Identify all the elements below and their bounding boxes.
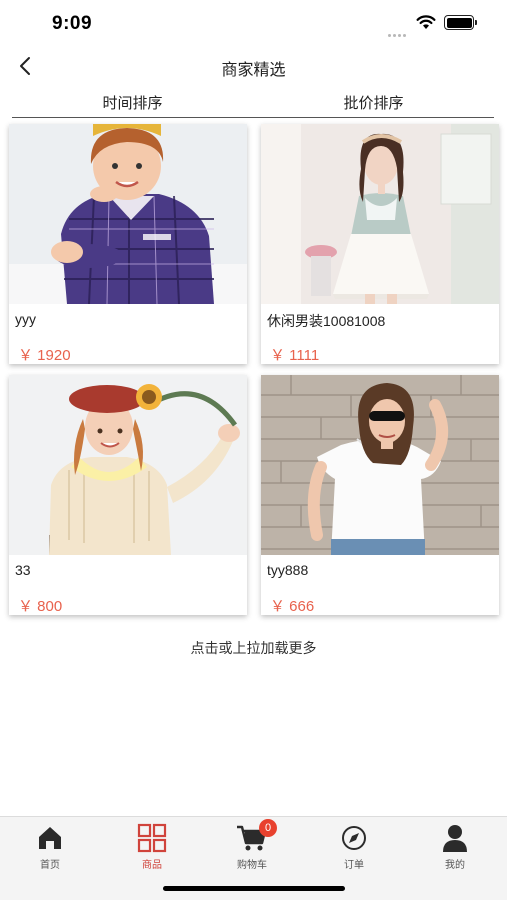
- cart-count-badge: 0: [259, 819, 277, 837]
- tab-sort-by-time[interactable]: 时间排序: [12, 92, 253, 117]
- product-price: ￥ 666: [270, 598, 315, 615]
- status-time: 9:09: [52, 13, 93, 34]
- product-name: tyy888: [267, 562, 309, 578]
- nav-bar: 商家精选: [0, 46, 507, 88]
- product-card[interactable]: 33 ￥ 800: [9, 375, 247, 615]
- tab-orders[interactable]: 订单: [324, 823, 384, 871]
- tab-label: 订单: [344, 860, 364, 871]
- signal-icon: [388, 24, 408, 42]
- grid-icon: [137, 823, 167, 853]
- product-image: [261, 124, 499, 304]
- product-name: 33: [15, 562, 31, 578]
- sort-tabs: 时间排序 批价排序: [12, 92, 494, 118]
- tab-cart[interactable]: 0 购物车: [222, 819, 282, 871]
- status-bar: 9:09: [0, 0, 507, 46]
- user-icon: [443, 825, 467, 852]
- wifi-icon: [416, 15, 436, 29]
- battery-icon: [444, 15, 477, 30]
- home-indicator: [163, 886, 345, 891]
- tab-profile[interactable]: 我的: [425, 823, 485, 871]
- product-image: [9, 375, 247, 555]
- tab-label: 我的: [445, 860, 465, 871]
- home-icon: [39, 827, 61, 849]
- product-card[interactable]: tyy888 ￥ 666: [261, 375, 499, 615]
- product-name: yyy: [15, 311, 36, 327]
- product-image: [9, 124, 247, 304]
- tab-products[interactable]: 商品: [122, 823, 182, 871]
- product-price: ￥ 1111: [270, 347, 320, 364]
- product-card[interactable]: 休闲男装10081008 ￥ 1111: [261, 124, 499, 364]
- tab-label: 购物车: [237, 860, 267, 871]
- product-name: 休闲男装10081008: [267, 313, 386, 329]
- product-card[interactable]: yyy ￥ 1920: [9, 124, 247, 364]
- product-price: ￥ 1920: [18, 347, 71, 364]
- compass-icon: [342, 826, 366, 850]
- tab-label: 商品: [142, 860, 162, 871]
- tab-home[interactable]: 首页: [20, 823, 80, 871]
- product-price: ￥ 800: [18, 598, 63, 615]
- load-more-button[interactable]: 点击或上拉加载更多: [0, 638, 507, 658]
- tab-label: 首页: [40, 860, 60, 871]
- product-image: [261, 375, 499, 555]
- page-title: 商家精选: [221, 62, 286, 79]
- tab-sort-by-price[interactable]: 批价排序: [253, 92, 494, 117]
- cart-icon-wrapper: 0: [236, 819, 277, 853]
